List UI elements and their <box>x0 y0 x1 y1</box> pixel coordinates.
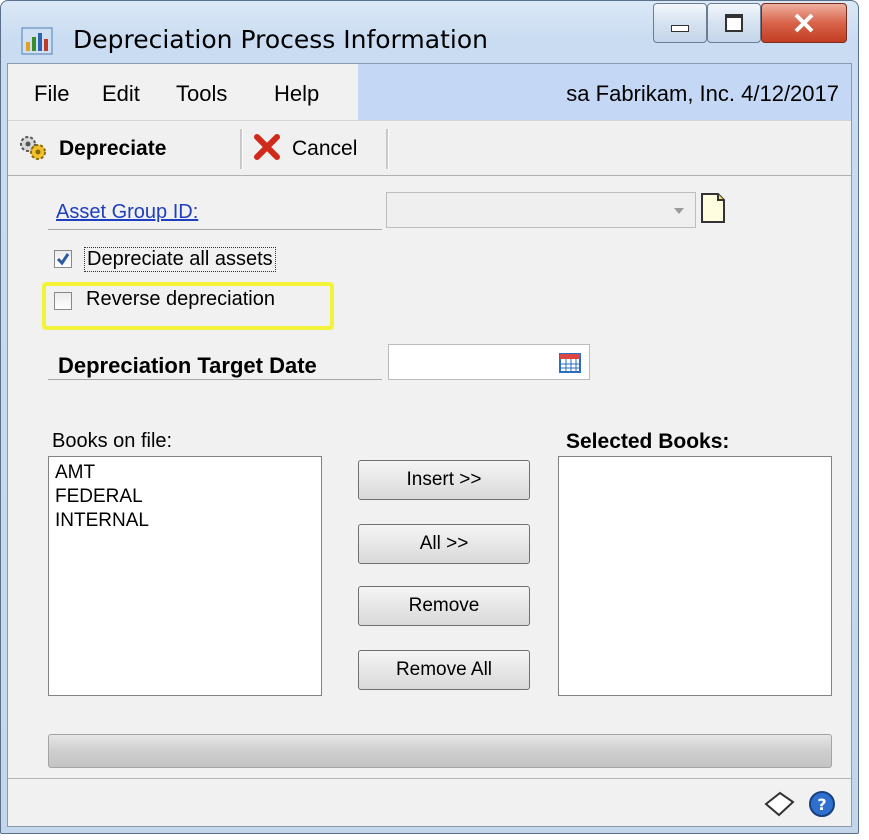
maximize-button[interactable] <box>707 3 761 43</box>
menu-bar: sa Fabrikam, Inc. 4/12/2017 File Edit To… <box>8 64 851 120</box>
new-document-icon[interactable] <box>700 192 726 224</box>
menu-file[interactable]: File <box>34 81 69 107</box>
list-item[interactable]: AMT <box>55 461 95 485</box>
depreciate-all-label[interactable]: Depreciate all assets <box>84 247 276 272</box>
close-icon <box>762 4 846 42</box>
dialog-client: sa Fabrikam, Inc. 4/12/2017 File Edit To… <box>7 63 852 827</box>
target-date-field[interactable] <box>388 344 590 380</box>
menu-help[interactable]: Help <box>274 81 319 107</box>
window-title: Depreciation Process Information <box>73 25 488 54</box>
dialog-window: Depreciation Process Information sa Fabr… <box>0 0 859 834</box>
toolbar: Depreciate Cancel <box>8 120 851 176</box>
app-chart-icon <box>21 27 53 55</box>
remove-all-button[interactable]: Remove All <box>358 650 530 690</box>
title-bar[interactable]: Depreciation Process Information <box>1 1 858 63</box>
list-item[interactable]: FEDERAL <box>55 485 143 509</box>
help-icon[interactable]: ? <box>808 790 836 818</box>
gears-icon <box>20 136 46 160</box>
maximize-icon <box>708 4 760 42</box>
minimize-button[interactable] <box>653 3 707 43</box>
minimize-icon <box>654 4 706 42</box>
list-item[interactable]: INTERNAL <box>55 509 149 533</box>
label-underline <box>48 379 382 380</box>
books-on-file-list[interactable]: AMT FEDERAL INTERNAL <box>48 456 322 696</box>
insert-button[interactable]: Insert >> <box>358 460 530 500</box>
chevron-down-icon <box>674 208 684 214</box>
user-info-bar: sa Fabrikam, Inc. 4/12/2017 <box>358 64 851 120</box>
selected-books-label: Selected Books: <box>566 430 730 453</box>
asset-group-id-field[interactable] <box>386 192 696 228</box>
calendar-icon[interactable] <box>559 353 581 373</box>
asset-group-id-link[interactable]: Asset Group ID: <box>56 201 198 224</box>
cancel-label: Cancel <box>292 137 358 160</box>
progress-bar <box>48 734 832 768</box>
depreciate-label: Depreciate <box>59 137 167 160</box>
selected-books-list[interactable] <box>558 456 832 696</box>
label-underline <box>48 229 382 230</box>
note-icon[interactable] <box>762 790 796 818</box>
cancel-button[interactable]: Cancel <box>248 125 376 171</box>
depreciate-all-checkbox[interactable] <box>54 250 72 268</box>
close-button[interactable] <box>761 3 847 43</box>
checkmark-icon <box>56 253 70 266</box>
toolbar-separator <box>240 129 243 169</box>
reverse-depreciation-checkbox[interactable] <box>54 292 72 310</box>
all-button[interactable]: All >> <box>358 524 530 564</box>
books-on-file-label: Books on file: <box>52 430 173 452</box>
status-divider <box>8 778 851 779</box>
reverse-depreciation-label[interactable]: Reverse depreciation <box>86 288 275 311</box>
cancel-x-icon <box>254 134 280 160</box>
user-company-date: sa Fabrikam, Inc. 4/12/2017 <box>566 81 839 106</box>
svg-text:?: ? <box>817 795 826 814</box>
remove-button[interactable]: Remove <box>358 586 530 626</box>
target-date-label: Depreciation Target Date <box>58 353 317 378</box>
depreciate-button[interactable]: Depreciate <box>14 125 242 171</box>
menu-tools[interactable]: Tools <box>176 81 227 107</box>
toolbar-separator <box>386 129 389 169</box>
menu-edit[interactable]: Edit <box>102 81 140 107</box>
